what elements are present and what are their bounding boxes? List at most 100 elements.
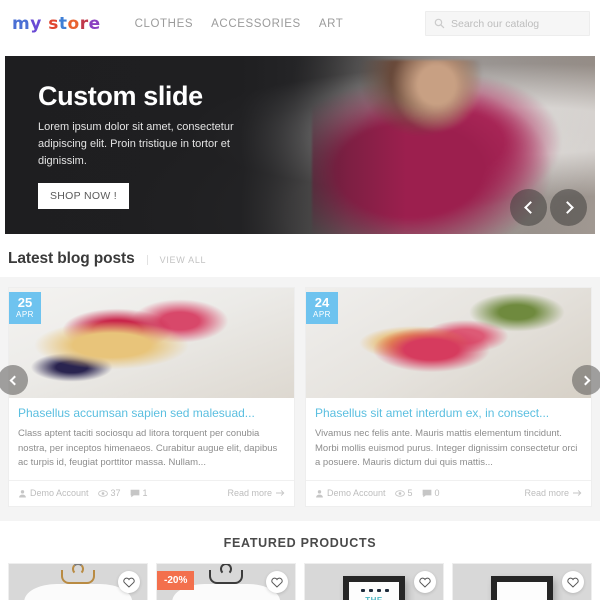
post-views: 5 — [394, 488, 413, 499]
search-bar[interactable] — [425, 11, 590, 36]
user-icon — [316, 489, 323, 498]
blog-post-meta: Demo Account 37 1 Read more — [9, 480, 294, 506]
blog-post-card[interactable]: 24 APR Phasellus sit amet interdum ex, i… — [305, 287, 592, 508]
post-views-count: 37 — [110, 488, 121, 499]
poster-line-1: THE — [365, 596, 383, 600]
view-all-link[interactable]: VIEW ALL — [146, 255, 207, 265]
featured-products-title: FEATURED PRODUCTS — [0, 521, 600, 564]
post-comments: 0 — [422, 488, 440, 498]
arrow-right-icon — [573, 490, 582, 497]
poster-text: THE BEST — [349, 596, 399, 600]
site-header: my store CLOTHES ACCESSORIES ART — [0, 0, 600, 48]
hanger-graphic — [209, 570, 243, 585]
post-date-day: 24 — [314, 295, 330, 310]
heart-icon — [419, 577, 431, 588]
dessert-photo — [306, 288, 591, 398]
hero-content: Custom slide Lorem ipsum dolor sit amet,… — [38, 81, 278, 210]
search-icon — [434, 18, 445, 29]
arrow-right-icon — [276, 490, 285, 497]
post-author: Demo Account — [18, 488, 89, 498]
hero-slider-controls — [510, 189, 587, 226]
blog-section-title: Latest blog posts — [8, 250, 135, 267]
blog-post-title[interactable]: Phasellus sit amet interdum ex, in conse… — [315, 406, 582, 421]
logo-letter-7: e — [88, 14, 101, 34]
logo-letter-5: o — [67, 14, 80, 34]
blog-section-header: Latest blog posts VIEW ALL — [0, 234, 600, 277]
hero-title: Custom slide — [38, 81, 203, 111]
search-input[interactable] — [451, 17, 581, 30]
site-logo[interactable]: my store — [12, 14, 101, 34]
heart-icon — [123, 577, 135, 588]
post-comments-count: 0 — [434, 488, 440, 499]
wishlist-button[interactable] — [266, 571, 288, 594]
read-more-label: Read more — [524, 488, 569, 499]
read-more-label: Read more — [227, 488, 272, 499]
post-date-badge: 24 APR — [306, 292, 338, 324]
hero-next-button[interactable] — [550, 189, 587, 226]
blog-post-excerpt: Vivamus nec felis ante. Mauris mattis el… — [315, 428, 578, 469]
logo-letter-3: s — [48, 14, 59, 34]
blog-post-title[interactable]: Phasellus accumsan sapien sed malesuad..… — [18, 406, 285, 421]
post-date-month: APR — [16, 310, 34, 319]
product-card[interactable] — [8, 563, 148, 600]
chevron-left-icon — [9, 375, 20, 385]
read-more-link[interactable]: Read more — [524, 488, 582, 498]
post-author: Demo Account — [315, 488, 386, 498]
heart-icon — [567, 577, 579, 588]
post-views-count: 5 — [407, 488, 413, 499]
nav-item-accessories[interactable]: ACCESSORIES — [211, 18, 301, 30]
chevron-left-icon — [523, 201, 537, 214]
wishlist-button[interactable] — [414, 571, 436, 594]
read-more-link[interactable]: Read more — [227, 488, 285, 498]
post-author-name: Demo Account — [30, 488, 89, 499]
blog-post-image: 24 APR — [306, 288, 591, 398]
chevron-right-icon — [580, 375, 591, 385]
blog-carousel: 25 APR Phasellus accumsan sapien sed mal… — [0, 277, 600, 522]
picture-frame-graphic: The Adventure — [491, 576, 553, 600]
logo-letter-1: y — [30, 14, 42, 34]
eye-icon — [97, 489, 108, 497]
hanger-graphic — [61, 570, 95, 585]
blog-next-button[interactable] — [572, 365, 600, 395]
pancakes-photo — [9, 288, 294, 398]
post-views: 37 — [97, 488, 121, 499]
hero-prev-button[interactable] — [510, 189, 547, 226]
blog-post-excerpt: Class aptent taciti sociosqu ad litora t… — [18, 428, 278, 469]
post-comments: 1 — [130, 488, 148, 498]
post-date-day: 25 — [17, 295, 33, 310]
post-comments-count: 1 — [142, 488, 148, 499]
discount-badge: -20% — [157, 571, 195, 591]
hero-slider: Custom slide Lorem ipsum dolor sit amet,… — [5, 56, 595, 234]
eye-icon — [394, 489, 405, 497]
comment-icon — [422, 489, 431, 497]
main-navigation: CLOTHES ACCESSORIES ART — [135, 18, 344, 30]
chevron-right-icon — [560, 201, 574, 214]
hero-description: Lorem ipsum dolor sit amet, consectetur … — [38, 121, 234, 168]
blog-post-image: 25 APR — [9, 288, 294, 398]
heart-icon — [271, 577, 283, 588]
user-icon — [19, 489, 26, 498]
comment-icon — [130, 489, 139, 497]
logo-letter-0: m — [12, 14, 31, 34]
product-card[interactable]: -20% — [156, 563, 296, 600]
wishlist-button[interactable] — [118, 571, 140, 594]
blog-post-body: Phasellus sit amet interdum ex, in conse… — [306, 398, 591, 475]
featured-products-grid: -20% THE BEST The Adventure — [0, 563, 600, 600]
product-card[interactable]: The Adventure — [452, 563, 592, 600]
wishlist-button[interactable] — [562, 571, 584, 594]
product-card[interactable]: THE BEST — [304, 563, 444, 600]
poster-dots-graphic — [359, 589, 389, 593]
post-author-name: Demo Account — [327, 488, 386, 499]
post-date-month: APR — [313, 310, 331, 319]
logo-letter-6: r — [79, 14, 89, 34]
post-date-badge: 25 APR — [9, 292, 41, 324]
blog-post-card[interactable]: 25 APR Phasellus accumsan sapien sed mal… — [8, 287, 295, 508]
nav-item-art[interactable]: ART — [319, 18, 344, 30]
blog-post-body: Phasellus accumsan sapien sed malesuad..… — [9, 398, 294, 475]
nav-item-clothes[interactable]: CLOTHES — [135, 18, 194, 30]
blog-post-meta: Demo Account 5 0 Read more — [306, 480, 591, 506]
picture-frame-graphic: THE BEST — [343, 576, 405, 600]
tshirt-graphic — [24, 584, 132, 600]
logo-letter-4: t — [58, 14, 68, 34]
shop-now-button[interactable]: SHOP NOW ! — [38, 183, 129, 210]
